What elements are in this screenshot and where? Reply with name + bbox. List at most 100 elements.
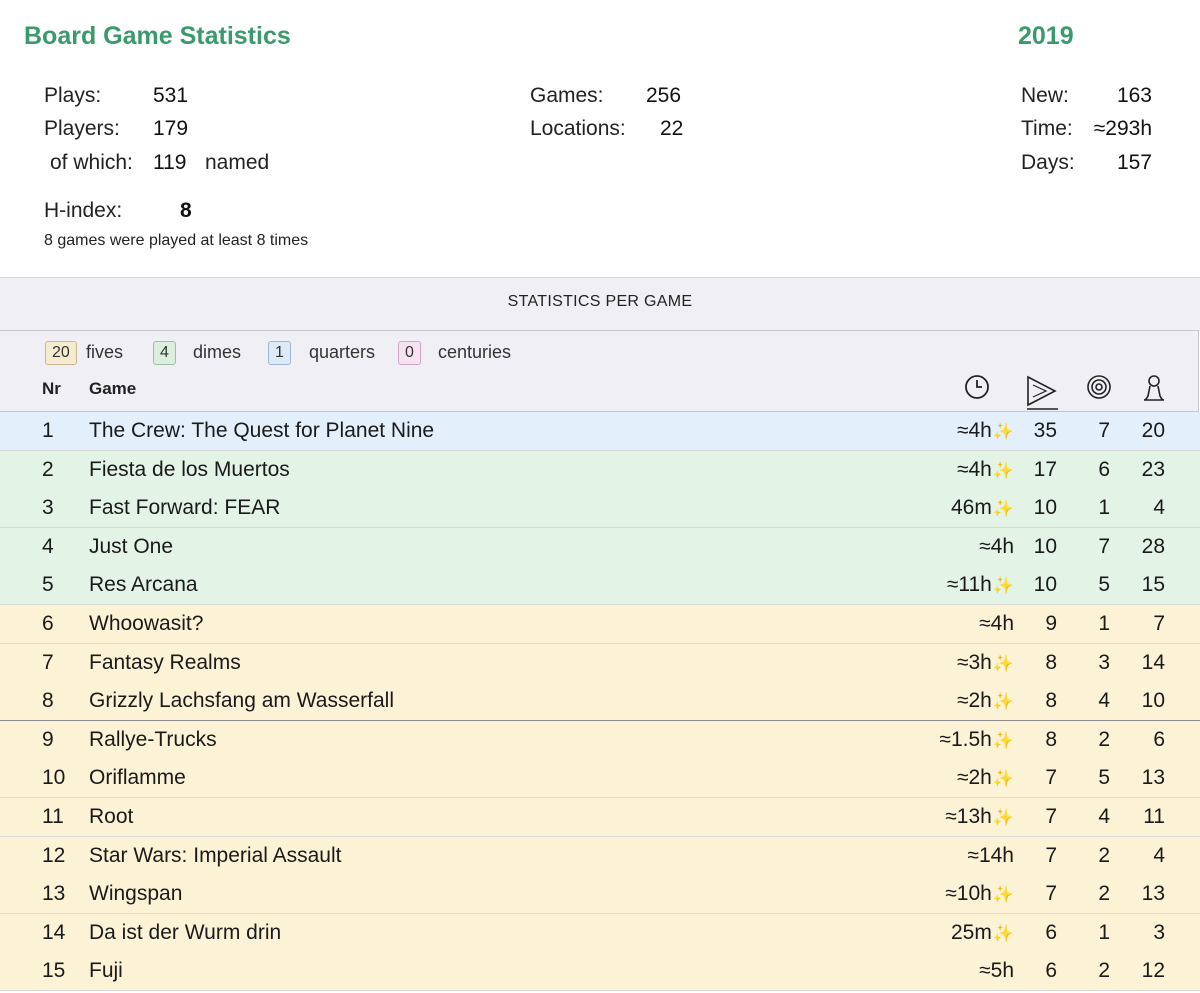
game-name: Whoowasit? <box>89 612 204 635</box>
wins-count: 1 <box>1098 496 1110 520</box>
plays-count: 8 <box>1045 689 1057 713</box>
row-number: 4 <box>42 534 54 558</box>
wins-count: 5 <box>1098 573 1110 597</box>
play-time: ≈14h <box>967 837 1014 875</box>
game-name: Fast Forward: FEAR <box>89 496 281 520</box>
target-icon[interactable] <box>1086 374 1112 405</box>
time-label: Time: <box>1021 117 1073 140</box>
play-time: ≈4h <box>979 528 1014 566</box>
table-row[interactable]: 9 Rallye-Trucks ≈1.5h✨ 8 2 6 <box>0 720 1200 760</box>
players-label: Players: <box>44 117 120 140</box>
players-value: 179 <box>153 117 189 140</box>
table-row[interactable]: 10 Oriflamme ≈2h✨ 7 5 13 <box>0 759 1200 799</box>
wins-count: 1 <box>1098 920 1110 944</box>
play-time-value: ≈4h <box>979 534 1014 558</box>
row-number: 10 <box>42 766 66 790</box>
named-count: 119 <box>153 151 187 174</box>
sparkles-icon: ✨ <box>992 885 1014 905</box>
players-count: 12 <box>1141 959 1165 983</box>
play-time: ≈4h <box>979 605 1014 643</box>
players-count: 13 <box>1141 766 1165 790</box>
game-name: Root <box>89 805 134 828</box>
game-name: Da ist der Wurm drin <box>89 920 282 944</box>
row-number: 12 <box>42 843 66 867</box>
play-time-value: 46m <box>950 496 992 520</box>
table-row[interactable]: 11 Root ≈13h✨ 7 4 11 <box>0 798 1200 837</box>
table-row[interactable]: 14 Da ist der Wurm drin 25m✨ 6 1 3 <box>0 913 1200 953</box>
locations-value: 22 <box>660 117 684 140</box>
column-header-nr[interactable]: Nr <box>42 379 61 399</box>
centuries-label: centuries <box>438 342 512 362</box>
table-row[interactable]: 7 Fantasy Realms ≈3h✨ 8 3 14 <box>0 643 1200 683</box>
play-time-value: ≈4h <box>956 457 992 481</box>
play-icon[interactable] <box>1025 374 1059 415</box>
wins-count: 3 <box>1098 650 1110 674</box>
players-count: 15 <box>1141 573 1165 597</box>
game-name: Grizzly Lachsfang am Wasserfall <box>89 689 394 713</box>
quarters-label: quarters <box>309 342 376 362</box>
sparkles-icon: ✨ <box>992 808 1014 827</box>
row-number: 8 <box>42 689 54 713</box>
hindex-note: 8 games were played at least 8 times <box>44 232 309 249</box>
play-time: ≈11h✨ <box>947 566 1014 605</box>
table-row[interactable]: 5 Res Arcana ≈11h✨ 10 5 15 <box>0 566 1200 606</box>
year-label[interactable]: 2019 <box>1018 22 1074 51</box>
play-time: ≈3h✨ <box>957 644 1014 683</box>
sparkles-icon: ✨ <box>992 923 1014 943</box>
table-row[interactable]: 1 The Crew: The Quest for Planet Nine ≈4h✨… <box>0 412 1200 451</box>
plays-value: 531 <box>153 84 189 107</box>
players-count: 13 <box>1141 882 1165 906</box>
column-header-game[interactable]: Game <box>89 379 136 399</box>
play-time: ≈13h✨ <box>945 798 1014 837</box>
hindex-value: 8 <box>180 199 192 222</box>
players-count: 14 <box>1141 650 1165 674</box>
play-time-value: ≈14h <box>967 843 1014 867</box>
table-row[interactable]: 3 Fast Forward: FEAR 46m✨ 10 1 4 <box>0 489 1200 529</box>
new-label: New: <box>1021 84 1069 107</box>
locations-label: Locations: <box>530 117 626 140</box>
game-name: Just One <box>89 534 174 558</box>
section-title: STATISTICS PER GAME <box>507 293 693 310</box>
player-icon[interactable] <box>1141 374 1167 407</box>
players-count: 7 <box>1153 612 1165 635</box>
play-time: ≈4h✨ <box>957 451 1014 490</box>
play-time-value: ≈3h <box>956 650 992 674</box>
dimes-label: dimes <box>193 342 242 362</box>
sparkles-icon: ✨ <box>992 422 1014 441</box>
game-name: Rallye-Trucks <box>89 727 217 751</box>
play-time-value: ≈13h <box>945 805 992 828</box>
row-number: 2 <box>42 457 54 481</box>
game-name: Res Arcana <box>89 573 198 597</box>
row-number: 15 <box>42 959 66 983</box>
play-time: ≈4h✨ <box>957 412 1014 451</box>
wins-count: 7 <box>1098 419 1110 442</box>
plays-count: 7 <box>1045 805 1057 828</box>
players-count: 4 <box>1153 496 1165 520</box>
games-label: Games: <box>530 84 604 107</box>
fives-chip: 20 <box>45 341 77 365</box>
sparkles-icon: ✨ <box>992 730 1014 750</box>
table-row[interactable]: 13 Wingspan ≈10h✨ 7 2 13 <box>0 875 1200 915</box>
plays-count: 7 <box>1045 766 1057 790</box>
players-count: 4 <box>1153 843 1165 867</box>
row-number: 14 <box>42 920 66 944</box>
table-row[interactable]: 12 Star Wars: Imperial Assault ≈14h 7 2 4 <box>0 836 1200 876</box>
play-time: 46m✨ <box>951 489 1014 528</box>
table-row[interactable]: 15 Fuji ≈5h 6 2 12 <box>0 952 1200 992</box>
play-time-value: ≈5h <box>979 959 1014 983</box>
row-number: 11 <box>42 805 64 828</box>
dimes-chip: 4 <box>153 341 176 365</box>
table-row[interactable]: 6 Whoowasit? ≈4h 9 1 7 <box>0 605 1200 644</box>
table-row[interactable]: 2 Fiesta de los Muertos ≈4h✨ 17 6 23 <box>0 450 1200 490</box>
clock-icon[interactable] <box>964 374 990 405</box>
table-row[interactable]: 8 Grizzly Lachsfang am Wasserfall ≈2h✨ 8 4 10 <box>0 682 1200 722</box>
table-header <box>0 330 1199 412</box>
play-time-value: ≈11h <box>946 573 992 597</box>
wins-count: 4 <box>1098 689 1110 713</box>
wins-count: 5 <box>1098 766 1110 790</box>
table-row[interactable]: 4 Just One ≈4h 10 7 28 <box>0 527 1200 567</box>
row-number: 9 <box>42 727 54 751</box>
play-time-value: ≈4h <box>979 612 1014 635</box>
plays-count: 7 <box>1045 843 1057 867</box>
fives-label: fives <box>86 342 124 362</box>
